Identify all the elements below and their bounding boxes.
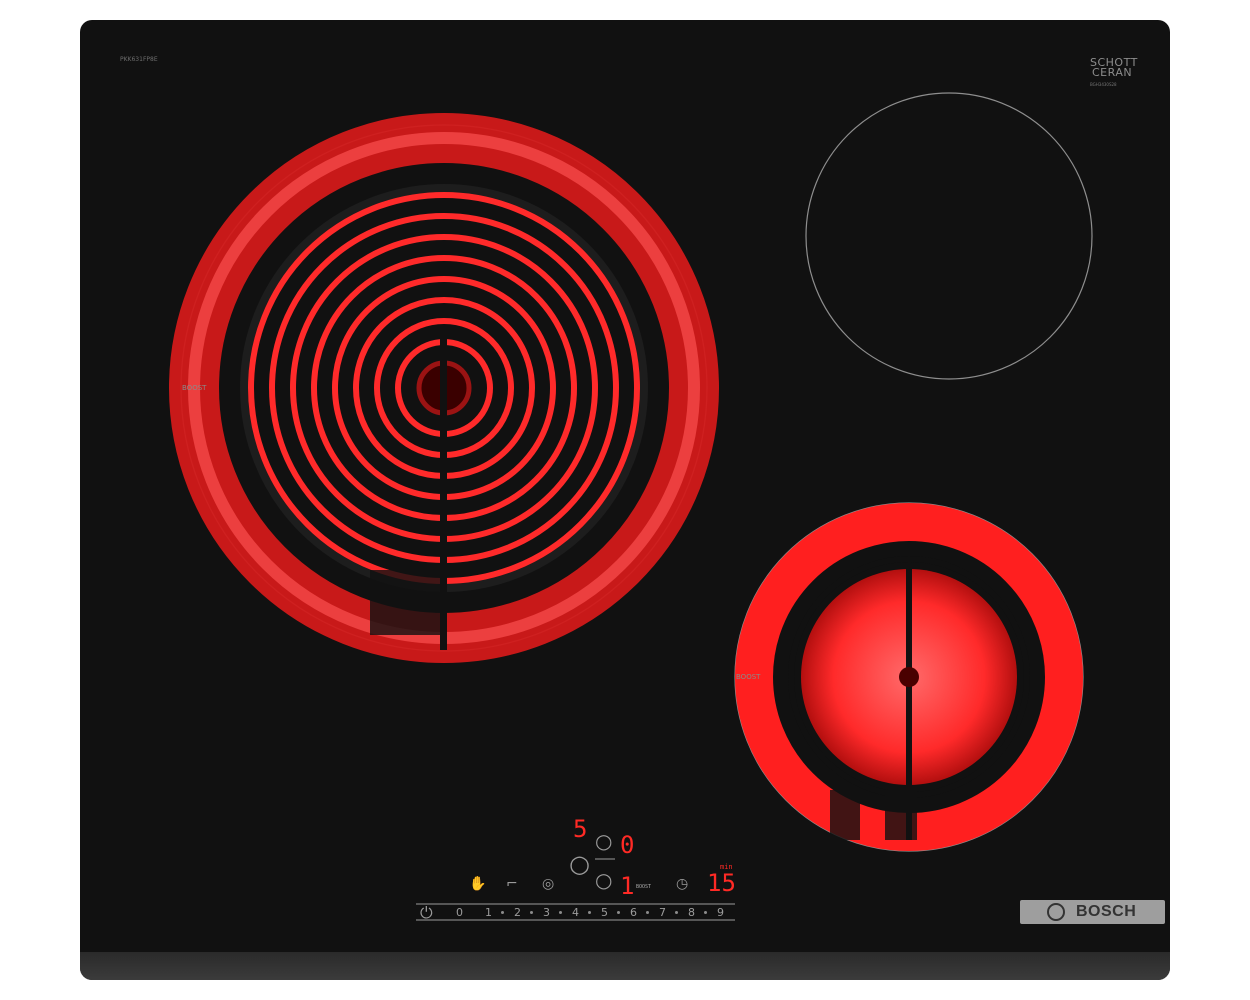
small-dual-zone (734, 502, 1084, 852)
scale-dot (530, 911, 533, 914)
zone-select-button-1[interactable]: ○ (569, 852, 590, 876)
unheated-zone (805, 92, 1093, 380)
scale-9[interactable]: 9 (717, 906, 724, 919)
brand-badge: BOSCH (1020, 900, 1165, 924)
scale-7[interactable]: 7 (659, 906, 666, 919)
boost-small-label: BOOST (636, 884, 652, 890)
zone-display-bottom: 1 (620, 872, 635, 900)
scale-2[interactable]: 2 (514, 906, 521, 919)
scale-4[interactable]: 4 (572, 906, 579, 919)
zone-select-button-3[interactable]: ○ (595, 870, 612, 890)
scale-3[interactable]: 3 (543, 906, 550, 919)
clock-icon[interactable]: ◷ (676, 877, 688, 891)
scale-dot (588, 911, 591, 914)
scale-8[interactable]: 8 (688, 906, 695, 919)
scale-dot (617, 911, 620, 914)
power-icon[interactable]: ⏻ (420, 905, 433, 921)
scale-1[interactable]: 1 (485, 906, 492, 919)
brand-name: BOSCH (1076, 903, 1137, 920)
boost-label-right: BOOST (736, 673, 761, 681)
scale-dot (675, 911, 678, 914)
hob-frame-edge (80, 952, 1170, 980)
zone-display-top: 5 (573, 815, 588, 843)
zone-display-top-2: 0 (620, 831, 635, 859)
boost-label-left: BOOST (182, 384, 207, 392)
scale-dot (646, 911, 649, 914)
childlock-hand-icon[interactable]: ✋ (469, 877, 486, 891)
dual-ring-icon[interactable]: ◎ (542, 877, 554, 891)
scale-dot (501, 911, 504, 914)
ceramic-hob: PKK631FP8E SCHOTT CERAN BGH3430S28 BOOST… (80, 20, 1170, 980)
scale-0[interactable]: 0 (456, 906, 463, 919)
timer-display: 15 (707, 869, 736, 897)
scale-dot (559, 911, 562, 914)
scale-6[interactable]: 6 (630, 906, 637, 919)
bosch-logo-icon (1047, 903, 1065, 921)
scale-5[interactable]: 5 (601, 906, 608, 919)
zone-select-button-2[interactable]: ○ (595, 831, 612, 851)
scale-dot (704, 911, 707, 914)
key-icon[interactable]: ⌐ (506, 877, 518, 891)
large-dual-zone (169, 113, 719, 663)
